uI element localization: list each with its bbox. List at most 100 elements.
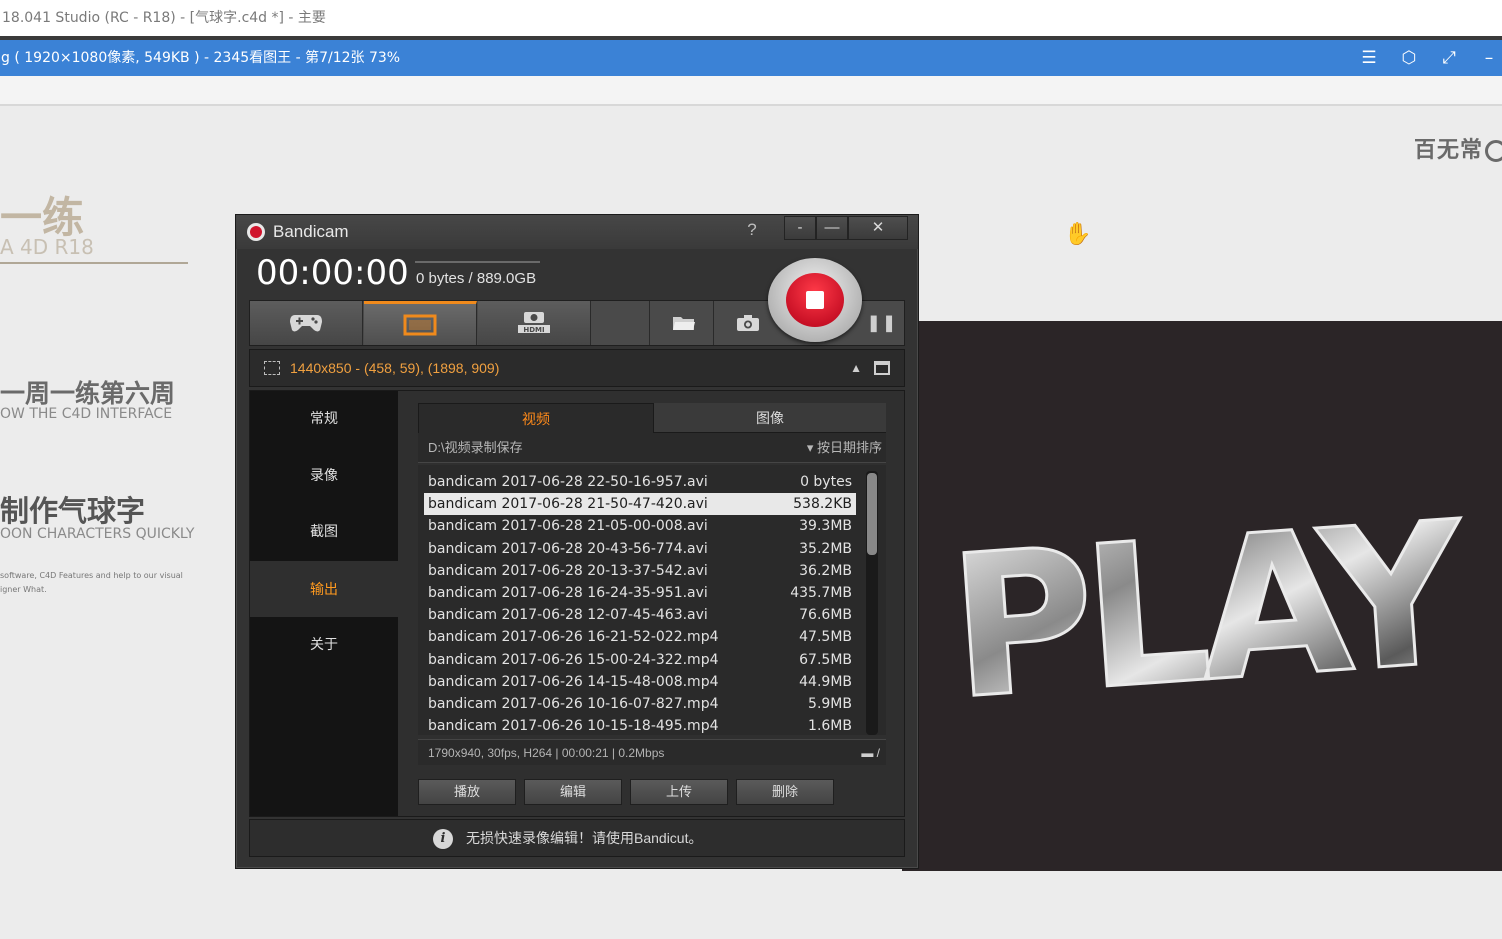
folder-button[interactable] — [654, 301, 714, 345]
file-name: bandicam 2017-06-28 12-07-45-463.avi — [428, 607, 708, 624]
screen-mode-tab[interactable] — [364, 301, 477, 345]
file-row[interactable]: bandicam 2017-06-28 22-50-16-957.avi 0 by… — [424, 471, 856, 493]
file-row[interactable]: bandicam 2017-06-28 20-43-56-774.avi 35.2… — [424, 538, 856, 560]
bandicam-titlebar[interactable]: Bandicam ? - — ✕ — [236, 215, 918, 249]
brand-circle-icon — [1485, 140, 1502, 162]
file-row[interactable]: bandicam 2017-06-28 20-13-37-542.avi 36.2… — [424, 560, 856, 582]
file-name: bandicam 2017-06-26 14-15-48-008.mp4 — [428, 673, 719, 690]
minimize-icon[interactable]: – — [1480, 40, 1498, 76]
sort-dropdown[interactable]: ▾ 按日期排序 — [807, 433, 882, 463]
menu-icon[interactable]: ☰ — [1360, 40, 1378, 76]
file-name: bandicam 2017-06-28 20-13-37-542.avi — [428, 562, 708, 579]
sidebar-item-output[interactable]: 输出 — [250, 561, 398, 617]
record-button[interactable] — [768, 258, 862, 342]
image-viewer-titlebar: g ( 1920×1080像素, 549KB ) - 2345看图王 - 第7/… — [0, 40, 1502, 76]
output-panel: 视频 图像 D:\视频录制保存 ▾ 按日期排序 bandicam 2017-06… — [418, 403, 886, 806]
file-size: 76.6MB — [799, 607, 852, 624]
minimize-to-tray-button[interactable]: - — [784, 216, 816, 240]
window-box-icon[interactable] — [874, 361, 890, 375]
file-name: bandicam 2017-06-28 20-43-56-774.avi — [428, 540, 708, 557]
balloon-play-image: PLAY — [902, 321, 1502, 871]
file-size: 36.2MB — [799, 562, 852, 579]
open-folder-icon[interactable]: ▬ / — [861, 740, 880, 766]
file-action-buttons: 播放 编辑 上传 删除 — [418, 779, 834, 805]
slide-description: software, C4D Features and help to our v… — [0, 571, 183, 594]
file-info-bar: 1790x940, 30fps, H264 | 00:00:21 | 0.2Mb… — [418, 739, 886, 765]
game-mode-tab[interactable] — [250, 301, 363, 345]
file-row[interactable]: bandicam 2017-06-26 14-15-48-008.mp4 44.9… — [424, 671, 856, 693]
region-select-icon[interactable] — [264, 361, 280, 375]
c4d-window-title: 18.041 Studio (RC - R18) - [气球字.c4d *] -… — [0, 0, 1502, 36]
slide-divider — [0, 262, 188, 264]
minimize-button[interactable]: — — [816, 216, 848, 240]
file-row[interactable]: bandicam 2017-06-28 16-24-35-951.avi 435.… — [424, 582, 856, 604]
folder-icon — [672, 317, 695, 330]
scrollbar-thumb[interactable] — [867, 473, 877, 555]
file-row[interactable]: bandicam 2017-06-26 10-16-07-827.mp4 5.9M… — [424, 693, 856, 715]
capture-region: 1440x850 - (458, 59), (1898, 909) — [290, 360, 500, 376]
capture-region-bar: 1440x850 - (458, 59), (1898, 909) ▲ — [249, 349, 905, 387]
file-name: bandicam 2017-06-26 10-15-18-495.mp4 — [428, 718, 719, 735]
file-size: 67.5MB — [799, 651, 852, 668]
file-name: bandicam 2017-06-28 21-50-47-420.avi — [428, 496, 708, 513]
fullscreen-icon[interactable]: ⤢ — [1440, 40, 1458, 76]
viewer-window-controls: ☰ ⬡ ⤢ – — [1360, 40, 1502, 76]
file-name: bandicam 2017-06-28 21-05-00-008.avi — [428, 518, 708, 535]
edit-button[interactable]: 编辑 — [524, 779, 622, 805]
file-size: 44.9MB — [799, 673, 852, 690]
file-size: 435.7MB — [790, 585, 852, 601]
tab-image[interactable]: 图像 — [654, 403, 886, 433]
info-icon: i — [433, 829, 453, 849]
viewer-toolbar-strip — [0, 76, 1502, 106]
toolbar-spacer — [592, 301, 650, 345]
brand-logo: 百无常 — [1414, 132, 1502, 164]
file-row[interactable]: bandicam 2017-06-28 21-05-00-008.avi 39.3… — [424, 515, 856, 537]
file-size: 1.6MB — [808, 718, 852, 735]
file-row[interactable]: bandicam 2017-06-26 16-21-52-022.mp4 47.5… — [424, 626, 856, 648]
file-row[interactable]: bandicam 2017-06-26 10-15-18-495.mp4 1.6M… — [424, 715, 856, 737]
delete-button[interactable]: 删除 — [736, 779, 834, 805]
bandicam-window-buttons: - — ✕ — [784, 216, 908, 240]
file-size: 0 bytes — [800, 474, 852, 490]
bandicut-promo-link[interactable]: 无损快速录像编辑！请使用Bandicut。 — [466, 820, 702, 856]
file-size: 47.5MB — [799, 629, 852, 646]
settings-sidebar: 常规 录像 截图 输出 关于 — [250, 391, 398, 816]
screen-rectangle-icon — [403, 314, 437, 335]
file-row[interactable]: bandicam 2017-06-28 21-50-47-420.avi 538.… — [424, 493, 856, 516]
pause-button[interactable]: ❚❚ — [867, 313, 898, 333]
file-size: 35.2MB — [799, 540, 852, 557]
file-list: bandicam 2017-06-28 22-50-16-957.avi 0 by… — [418, 465, 886, 735]
bandicam-footer: i 无损快速录像编辑！请使用Bandicut。 — [249, 819, 905, 857]
file-row[interactable]: bandicam 2017-06-26 15-00-24-322.mp4 67.5… — [424, 649, 856, 671]
sidebar-item-video[interactable]: 录像 — [250, 448, 398, 502]
recording-size: 0 bytes / 889.0GB — [416, 270, 537, 287]
slide-heading-3-sub: OON CHARACTERS QUICKLY — [0, 526, 195, 542]
slide-heading-3: 制作气球字 — [0, 494, 146, 528]
file-row[interactable]: bandicam 2017-06-28 12-07-45-463.avi 76.6… — [424, 604, 856, 626]
collapse-arrow-icon[interactable]: ▲ — [850, 350, 862, 386]
hand-cursor-icon: ✋ — [1064, 222, 1092, 247]
size-divider — [415, 261, 540, 263]
sort-label: 按日期排序 — [816, 440, 882, 455]
file-name: bandicam 2017-06-28 16-24-35-951.avi — [428, 585, 708, 601]
play-button[interactable]: 播放 — [418, 779, 516, 805]
stop-icon — [806, 291, 824, 309]
close-button[interactable]: ✕ — [848, 216, 908, 240]
play-balloon-text: PLAY — [943, 480, 1473, 743]
sidebar-item-about[interactable]: 关于 — [250, 617, 398, 671]
upload-button[interactable]: 上传 — [630, 779, 728, 805]
file-name: bandicam 2017-06-26 10-16-07-827.mp4 — [428, 696, 719, 712]
skin-icon[interactable]: ⬡ — [1400, 40, 1418, 76]
device-mode-tab[interactable]: HDMI — [478, 301, 591, 345]
file-list-scrollbar[interactable] — [866, 471, 878, 735]
sidebar-item-general[interactable]: 常规 — [250, 391, 398, 445]
region-controls: ▲ — [850, 350, 890, 386]
image-viewer-title: g ( 1920×1080像素, 549KB ) - 2345看图王 - 第7/… — [1, 50, 401, 66]
sidebar-item-image[interactable]: 截图 — [250, 504, 398, 558]
bandicam-window: Bandicam ? - — ✕ 00:00:00 0 bytes / 889.… — [235, 214, 919, 869]
tab-video[interactable]: 视频 — [418, 403, 654, 433]
path-row: D:\视频录制保存 ▾ 按日期排序 — [418, 433, 886, 463]
hdmi-label: HDMI — [523, 326, 544, 334]
file-size: 538.2KB — [793, 496, 852, 513]
help-button[interactable]: ? — [742, 215, 762, 245]
